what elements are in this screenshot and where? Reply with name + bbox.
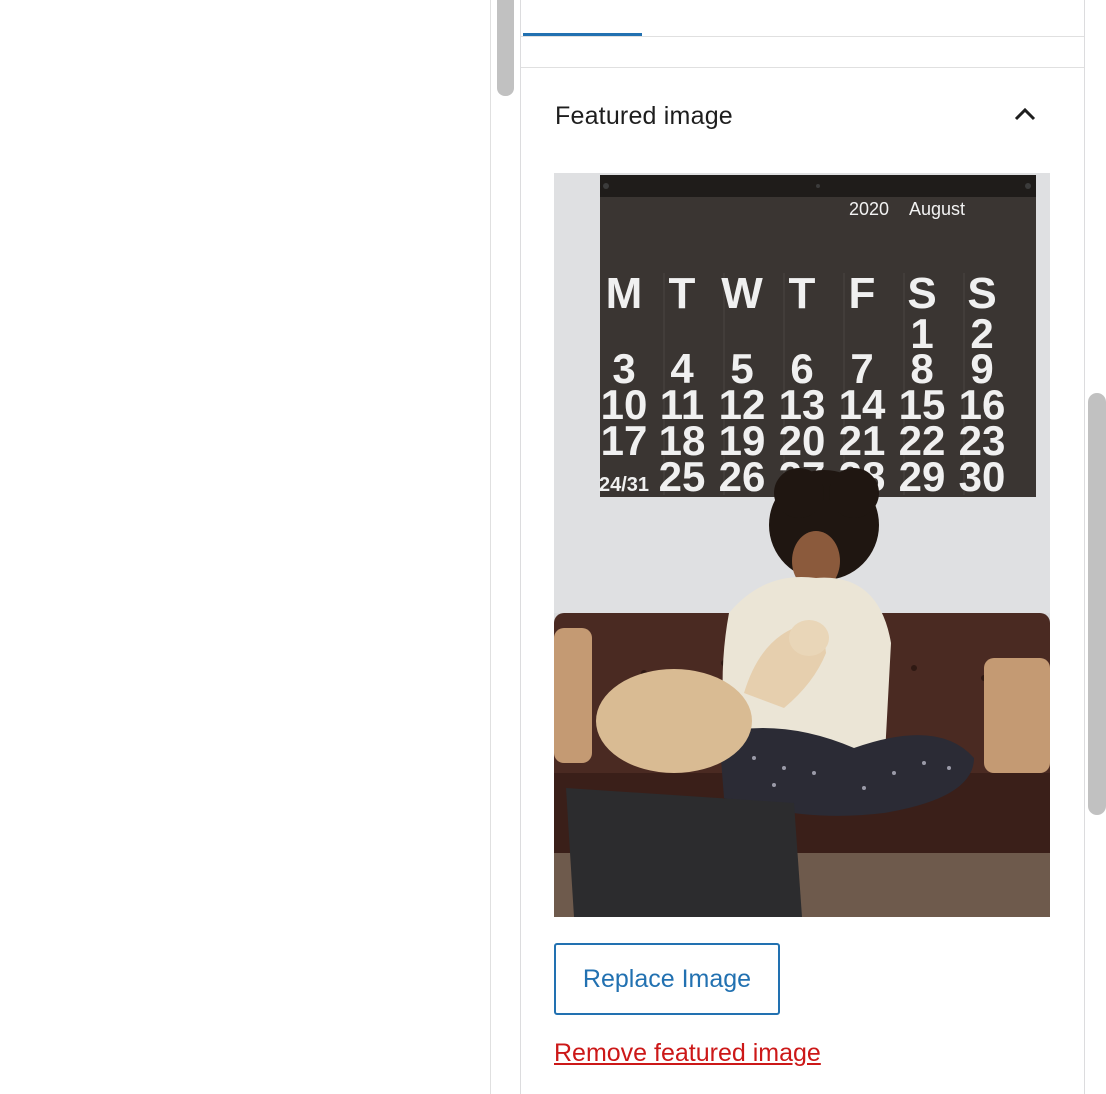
editor-scrollbar-thumb[interactable] [497, 0, 514, 96]
settings-sidebar: Featured image 2020 August MTWTFSS123456… [520, 0, 1085, 1094]
tab-block[interactable] [642, 0, 1084, 36]
calendar-day: 26 [719, 453, 766, 500]
calendar-day: 29 [899, 453, 946, 500]
featured-image-panel-toggle[interactable]: Featured image [521, 68, 1084, 168]
calendar-weekday: F [849, 269, 876, 318]
chevron-up-icon[interactable] [1011, 104, 1039, 124]
calendar-day: 24/31 [599, 474, 649, 496]
featured-image-preview[interactable]: 2020 August M T W T F S S1 23 4 5 6 7 8 910 11 12 13 14 15… [554, 173, 1050, 917]
calendar-weekday: T [789, 269, 816, 318]
calendar-day: 25 [659, 453, 706, 500]
calendar-weekday: M [606, 269, 643, 318]
calendar-day: 17 [601, 417, 648, 464]
remove-featured-image-link[interactable]: Remove featured image [554, 1039, 821, 1068]
calendar-weekday: W [721, 269, 763, 318]
calendar-year: 2020 [849, 199, 889, 219]
sidebar-tabs [521, 0, 1084, 37]
calendar-day: 30 [959, 453, 1006, 500]
replace-image-button[interactable]: Replace Image [554, 943, 780, 1015]
sidebar-scrollbar-thumb[interactable] [1088, 393, 1106, 815]
featured-image-title: Featured image [555, 102, 733, 130]
calendar-weekday: T [669, 269, 696, 318]
editor-divider [490, 0, 491, 1094]
tab-post[interactable] [523, 0, 642, 36]
calendar-month: August [909, 199, 965, 219]
